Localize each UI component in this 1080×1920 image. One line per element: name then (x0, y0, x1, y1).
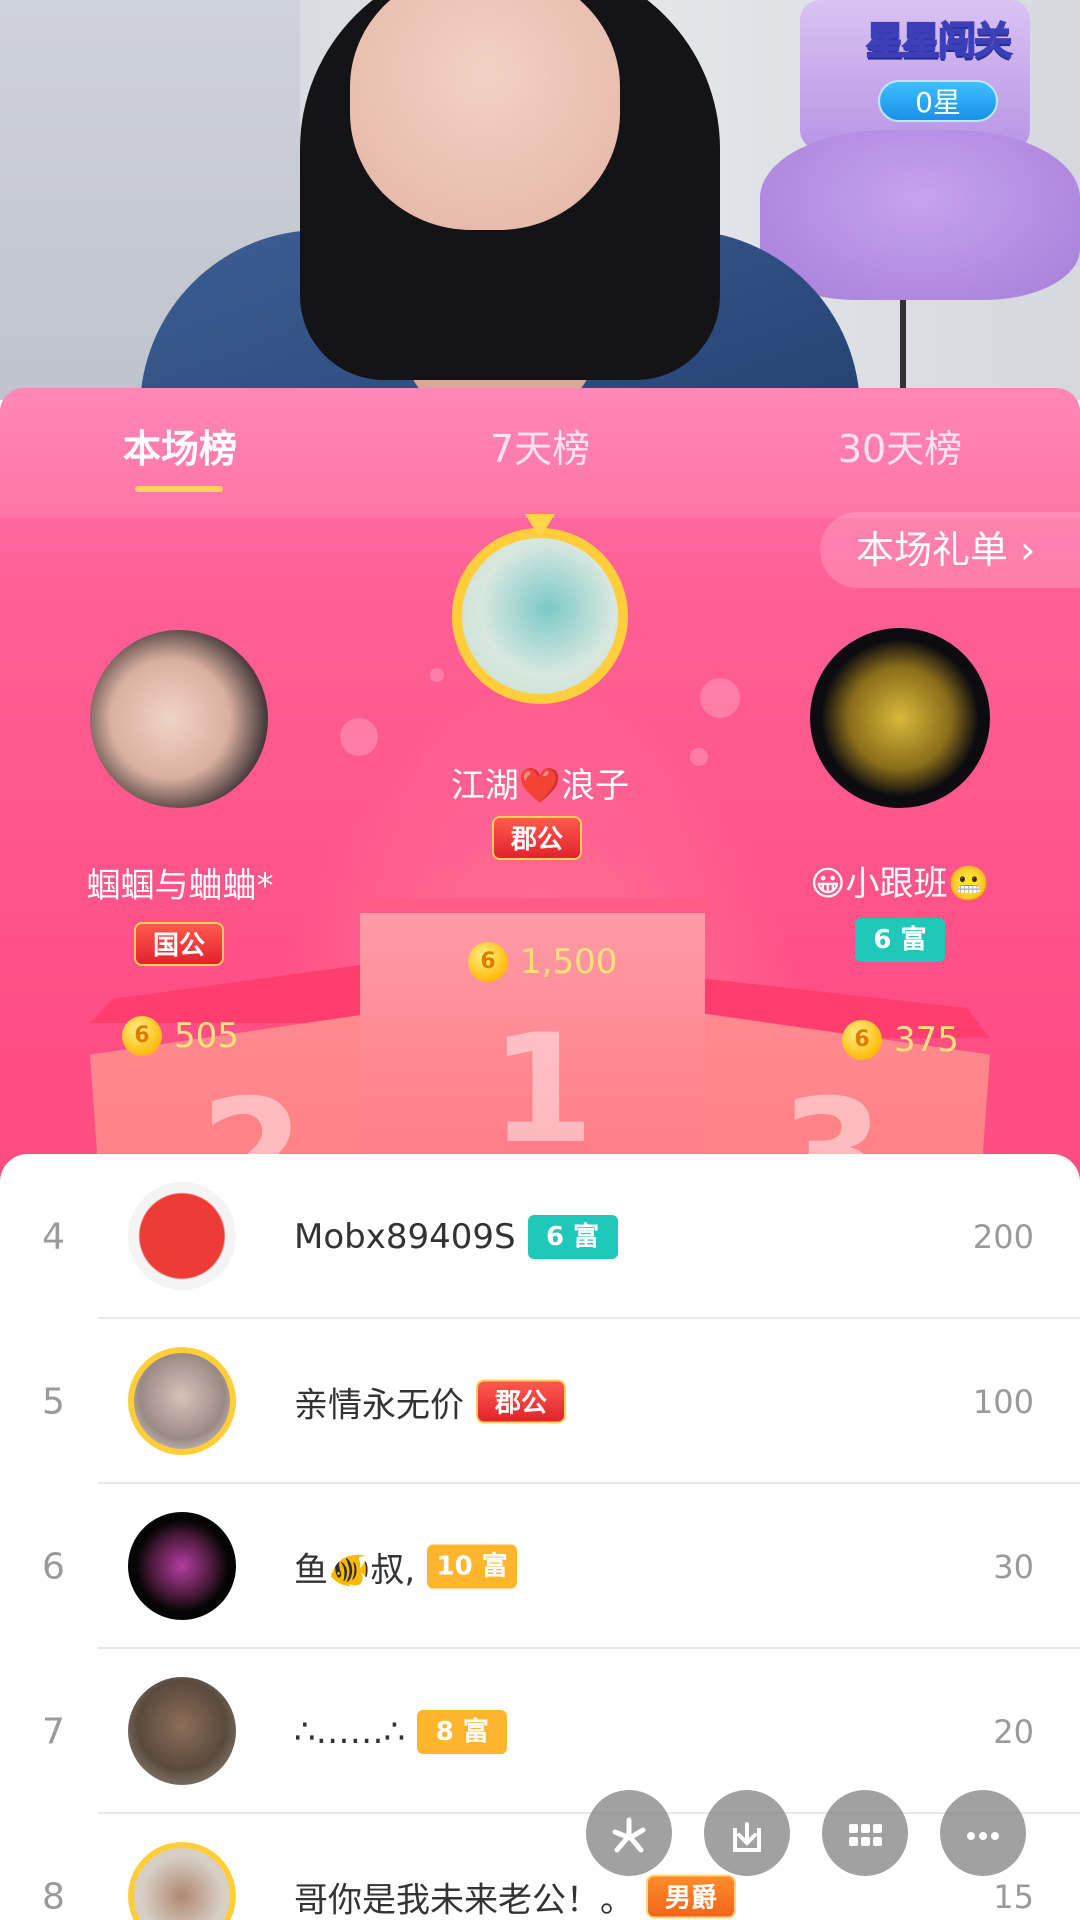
podium-number-1: 1 (490, 1003, 595, 1177)
wealth-badge: 8 富 (417, 1709, 508, 1754)
wealth-badge: 10 富 (427, 1544, 518, 1589)
contribution-score: 200 (972, 1217, 1034, 1256)
contribution-score: 15 (993, 1877, 1034, 1916)
list-item[interactable]: 6 鱼🐠叔, 10 富 30 (0, 1484, 1080, 1649)
coin-icon: 6 (842, 1019, 882, 1060)
first-place-score-value: 1,500 (520, 941, 618, 982)
user-name[interactable]: 鱼🐠叔, 10 富 (294, 1542, 518, 1591)
avatar[interactable] (128, 1512, 236, 1620)
decor-bubble (700, 678, 740, 718)
avatar[interactable] (128, 1347, 236, 1455)
user-name[interactable]: 哥你是我未来老公！。 男爵 (294, 1872, 736, 1920)
decor-bubble (690, 748, 708, 766)
avatar[interactable] (128, 1842, 236, 1920)
decor-bubble (430, 668, 444, 682)
more-icon (967, 1831, 999, 1840)
more-button[interactable] (940, 1790, 1026, 1876)
third-place-name[interactable]: 😀小跟班😬 (780, 856, 1020, 905)
live-video-feed[interactable]: 星星闯关 0星 (0, 0, 1080, 400)
contribution-score: 30 (993, 1547, 1034, 1586)
third-place-avatar[interactable] (810, 628, 990, 808)
first-place-name[interactable]: 江湖❤️浪子 (390, 758, 690, 807)
list-item[interactable]: 4 Mobx89409S 6 富 200 (0, 1154, 1080, 1319)
second-place-avatar[interactable] (90, 630, 268, 808)
user-name-text: 鱼🐠叔, (294, 1550, 416, 1590)
tab-7-days[interactable]: 7天榜 (470, 414, 610, 494)
decor-bubble (340, 718, 378, 756)
coin-icon: 6 (122, 1015, 162, 1056)
download-icon (733, 1821, 761, 1852)
wealth-badge: 6 富 (527, 1214, 618, 1259)
user-name-text: 哥你是我未来老公！。 (294, 1880, 634, 1920)
grid-menu-button[interactable] (822, 1790, 908, 1876)
download-button[interactable] (704, 1790, 790, 1876)
first-place-title-badge: 郡公 (492, 816, 582, 860)
third-place-score: 6 375 (842, 1016, 959, 1062)
gift-list-link[interactable]: 本场礼单 › (820, 512, 1080, 588)
rank-number: 4 (42, 1216, 65, 1257)
share-button[interactable] (586, 1790, 672, 1876)
star-challenge-widget[interactable]: 星星闯关 0星 (848, 2, 1028, 122)
ranking-list[interactable]: 4 Mobx89409S 6 富 200 5 亲情永无价 郡公 100 6 鱼🐠… (0, 1154, 1080, 1920)
active-tab-underline (135, 486, 223, 492)
user-name-text: 亲情永无价 (294, 1385, 464, 1425)
rank-number: 7 (42, 1711, 65, 1752)
rank-number: 5 (42, 1381, 65, 1422)
user-name-text: Mobx89409S (294, 1216, 516, 1257)
coin-icon: 6 (468, 941, 508, 982)
second-place-name[interactable]: 蝈蝈与蛐蛐* (40, 858, 320, 907)
user-name-text: ∴……∴ (294, 1711, 406, 1752)
third-place-score-value: 375 (894, 1019, 959, 1060)
star-count: 0星 (878, 80, 998, 122)
share-icon (612, 1817, 646, 1852)
list-item[interactable]: 8 哥你是我未来老公！。 男爵 15 (0, 1814, 1080, 1920)
second-place-title-badge: 国公 (134, 922, 224, 966)
user-name[interactable]: 亲情永无价 郡公 (294, 1377, 566, 1426)
avatar[interactable] (128, 1677, 236, 1785)
third-place-title-badge: 6 富 (855, 918, 945, 962)
tab-30-days[interactable]: 30天榜 (820, 414, 980, 494)
avatar[interactable] (128, 1182, 236, 1290)
list-item[interactable]: 7 ∴……∴ 8 富 20 (0, 1649, 1080, 1814)
star-challenge-title: 星星闯关 (865, 18, 1013, 64)
first-place-avatar[interactable] (452, 528, 628, 704)
title-badge: 郡公 (476, 1379, 566, 1424)
grid-icon (849, 1823, 882, 1846)
user-name[interactable]: ∴……∴ 8 富 (294, 1709, 508, 1754)
ranking-tabs: 本场榜 7天榜 30天榜 (0, 388, 1080, 518)
tab-this-show[interactable]: 本场榜 (100, 414, 260, 494)
list-item[interactable]: 5 亲情永无价 郡公 100 (0, 1319, 1080, 1484)
video-background-dress-skirt (760, 130, 1080, 300)
streamer-face (350, 0, 620, 230)
second-place-score: 6 505 (122, 1012, 239, 1058)
video-background-stand (900, 300, 906, 400)
second-place-score-value: 505 (174, 1015, 239, 1056)
title-badge: 男爵 (646, 1874, 736, 1919)
contribution-score: 100 (972, 1382, 1034, 1421)
user-name[interactable]: Mobx89409S 6 富 (294, 1214, 618, 1259)
rank-number: 8 (42, 1876, 65, 1917)
contribution-score: 20 (993, 1712, 1034, 1751)
first-place-score: 6 1,500 (468, 938, 617, 984)
rank-number: 6 (42, 1546, 65, 1587)
